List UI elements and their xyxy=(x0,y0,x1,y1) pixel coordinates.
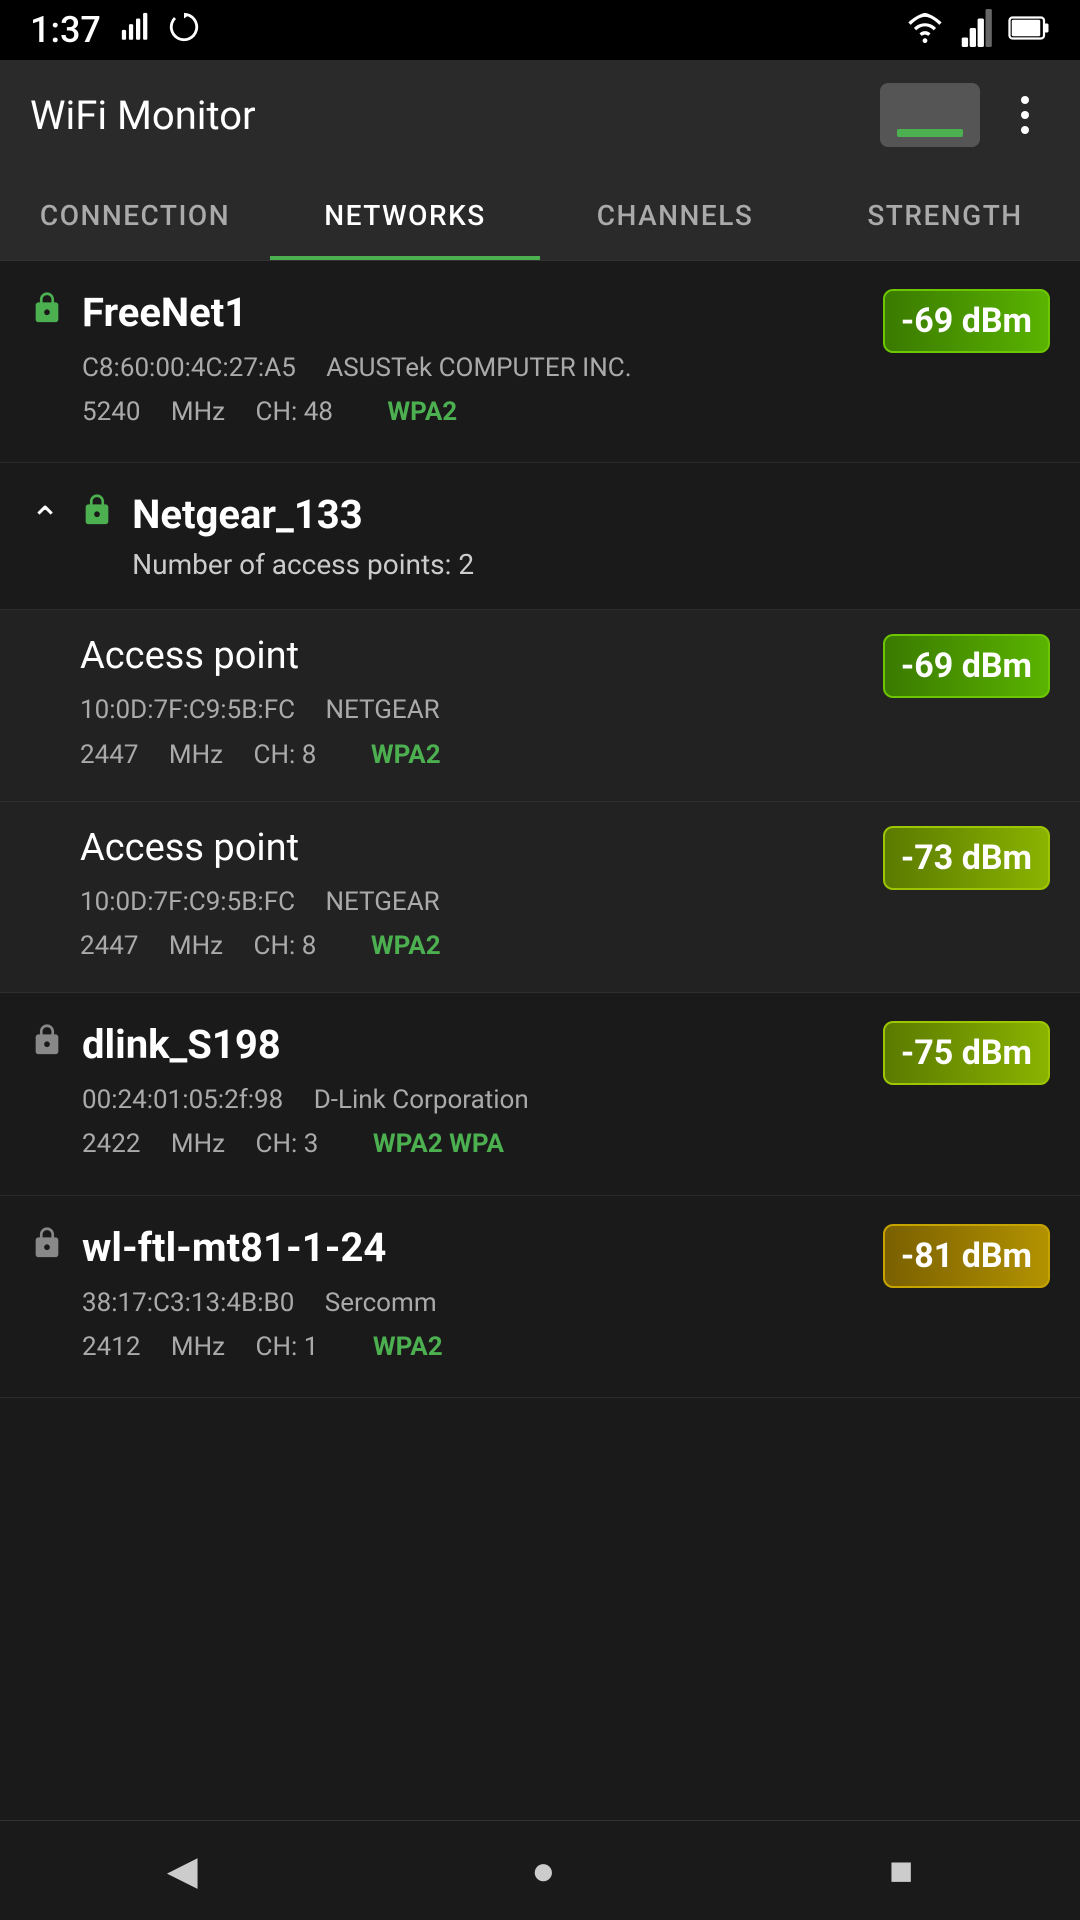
dlink-vendor: D-Link Corporation xyxy=(314,1085,529,1115)
status-icons-right xyxy=(906,9,1050,51)
ap2-channel: CH: 8 xyxy=(254,931,341,961)
wlftl-security: WPA2 xyxy=(373,1332,443,1362)
battery-icon xyxy=(1008,11,1050,49)
app-icon-1 xyxy=(119,10,153,51)
freenet1-signal-badge: -69 dBm xyxy=(883,289,1050,353)
dlink-details: 00:24:01:05:2f:98 D-Link Corporation 242… xyxy=(82,1078,553,1166)
app-bar: WiFi Monitor xyxy=(0,60,1080,170)
home-button[interactable]: ● xyxy=(531,1847,555,1894)
ap1-vendor: NETGEAR xyxy=(325,695,439,725)
wifi-status-icon xyxy=(906,9,944,51)
ap2-mac: 10:0D:7F:C9:5B:FC xyxy=(80,887,295,917)
access-point-1: Access point 10:0D:7F:C9:5B:FC NETGEAR 2… xyxy=(0,610,1080,801)
network-wlftl-info: wl-ftl-mt81-1-24 38:17:C3:13:4B:B0 Serco… xyxy=(30,1224,467,1369)
app-icon-2 xyxy=(167,10,201,51)
network-freenet1-header: FreeNet1 C8:60:00:4C:27:A5 ASUSTek COMPU… xyxy=(30,289,1050,434)
lock-icon-gray-dlink xyxy=(30,1023,64,1066)
tab-channels[interactable]: CHANNELS xyxy=(540,170,810,260)
ap2-details: 10:0D:7F:C9:5B:FC NETGEAR 2447 MHz CH: 8… xyxy=(80,880,465,968)
wlftl-channel: CH: 1 xyxy=(256,1332,343,1362)
app-title: WiFi Monitor xyxy=(30,92,256,139)
ap1-security: WPA2 xyxy=(371,740,441,770)
freenet1-details: C8:60:00:4C:27:A5 ASUSTek COMPUTER INC. … xyxy=(82,346,656,434)
freenet1-channel: CH: 48 xyxy=(256,397,357,427)
more-options-button[interactable] xyxy=(1000,96,1050,134)
access-point-2: Access point 10:0D:7F:C9:5B:FC NETGEAR 2… xyxy=(0,802,1080,993)
freenet1-name: FreeNet1 xyxy=(82,289,247,336)
dot2 xyxy=(1021,111,1029,119)
mobile-signal-icon xyxy=(960,9,992,51)
netgear133-name-row: Netgear_133 xyxy=(80,491,474,538)
ap2-signal-badge: -73 dBm xyxy=(883,826,1050,890)
network-item-netgear133: ⌃ Netgear_133 Number of access points: 2 xyxy=(0,463,1080,610)
netgear133-ap-count: Number of access points: 2 xyxy=(132,548,474,581)
dlink-signal-badge: -75 dBm xyxy=(883,1021,1050,1085)
signal-bar-indicator xyxy=(897,129,963,137)
network-list: FreeNet1 C8:60:00:4C:27:A5 ASUSTek COMPU… xyxy=(0,261,1080,1398)
network-freenet1-name-row: FreeNet1 xyxy=(30,289,656,336)
ap2-label: Access point xyxy=(80,826,465,870)
dot1 xyxy=(1021,96,1029,104)
status-bar: 1:37 xyxy=(0,0,1080,60)
recent-button[interactable]: ■ xyxy=(889,1847,913,1894)
ap1-freq: 2447 MHz xyxy=(80,740,223,770)
app-bar-actions xyxy=(880,83,1050,147)
bottom-nav: ◀ ● ■ xyxy=(0,1820,1080,1920)
dlink-freq: 2422 MHz xyxy=(82,1129,225,1159)
dlink-name: dlink_S198 xyxy=(82,1021,281,1068)
freenet1-vendor: ASUSTek COMPUTER INC. xyxy=(326,353,631,383)
dot3 xyxy=(1021,126,1029,134)
netgear133-name: Netgear_133 xyxy=(132,491,363,538)
network-dlink-info: dlink_S198 00:24:01:05:2f:98 D-Link Corp… xyxy=(30,1021,553,1166)
status-time: 1:37 xyxy=(30,9,101,51)
ap2-info: Access point 10:0D:7F:C9:5B:FC NETGEAR 2… xyxy=(80,826,465,968)
dlink-security: WPA2 WPA xyxy=(373,1129,504,1159)
network-item-freenet1: FreeNet1 C8:60:00:4C:27:A5 ASUSTek COMPU… xyxy=(0,261,1080,463)
ap2-security: WPA2 xyxy=(371,931,441,961)
freenet1-freq: 5240 MHz xyxy=(82,397,225,427)
dlink-mac: 00:24:01:05:2f:98 xyxy=(82,1085,283,1115)
lock-icon-gray-wlftl xyxy=(30,1226,64,1269)
network-wlftl-name-row: wl-ftl-mt81-1-24 xyxy=(30,1224,467,1271)
tab-connection[interactable]: CONNECTION xyxy=(0,170,270,260)
netgear133-expand-toggle[interactable]: ⌃ Netgear_133 Number of access points: 2 xyxy=(30,491,1050,581)
netgear133-info: Netgear_133 Number of access points: 2 xyxy=(80,491,474,581)
network-freenet1-info: FreeNet1 C8:60:00:4C:27:A5 ASUSTek COMPU… xyxy=(30,289,656,434)
back-button[interactable]: ◀ xyxy=(167,1847,198,1894)
wlftl-vendor: Sercomm xyxy=(325,1288,437,1318)
ap2-vendor: NETGEAR xyxy=(325,887,439,917)
network-wlftl-header: wl-ftl-mt81-1-24 38:17:C3:13:4B:B0 Serco… xyxy=(30,1224,1050,1369)
signal-graph-button[interactable] xyxy=(880,83,980,147)
ap1-details: 10:0D:7F:C9:5B:FC NETGEAR 2447 MHz CH: 8… xyxy=(80,688,465,776)
network-dlink-name-row: dlink_S198 xyxy=(30,1021,553,1068)
tab-networks[interactable]: NETWORKS xyxy=(270,170,540,260)
tab-bar: CONNECTION NETWORKS CHANNELS STRENGTH xyxy=(0,170,1080,261)
netgear133-access-points: Access point 10:0D:7F:C9:5B:FC NETGEAR 2… xyxy=(0,610,1080,993)
ap1-info: Access point 10:0D:7F:C9:5B:FC NETGEAR 2… xyxy=(80,634,465,776)
ap1-mac: 10:0D:7F:C9:5B:FC xyxy=(80,695,295,725)
status-icons-left xyxy=(119,10,201,51)
network-item-dlink: dlink_S198 00:24:01:05:2f:98 D-Link Corp… xyxy=(0,993,1080,1195)
ap1-signal-badge: -69 dBm xyxy=(883,634,1050,698)
lock-icon-netgear-green xyxy=(80,493,114,536)
ap1-channel: CH: 8 xyxy=(254,740,341,770)
freenet1-security: WPA2 xyxy=(387,397,457,427)
lock-icon-green xyxy=(30,291,64,334)
network-item-wl-ftl: wl-ftl-mt81-1-24 38:17:C3:13:4B:B0 Serco… xyxy=(0,1196,1080,1398)
wlftl-details: 38:17:C3:13:4B:B0 Sercomm 2412 MHz CH: 1… xyxy=(82,1281,467,1369)
wlftl-freq: 2412 MHz xyxy=(82,1332,225,1362)
ap2-freq: 2447 MHz xyxy=(80,931,223,961)
tab-strength[interactable]: STRENGTH xyxy=(810,170,1080,260)
dlink-channel: CH: 3 xyxy=(256,1129,343,1159)
ap1-label: Access point xyxy=(80,634,465,678)
wlftl-mac: 38:17:C3:13:4B:B0 xyxy=(82,1288,294,1318)
wlftl-name: wl-ftl-mt81-1-24 xyxy=(82,1224,386,1271)
wlftl-signal-badge: -81 dBm xyxy=(883,1224,1050,1288)
chevron-up-icon: ⌃ xyxy=(30,499,60,541)
freenet1-mac: C8:60:00:4C:27:A5 xyxy=(82,353,296,383)
network-dlink-header: dlink_S198 00:24:01:05:2f:98 D-Link Corp… xyxy=(30,1021,1050,1166)
